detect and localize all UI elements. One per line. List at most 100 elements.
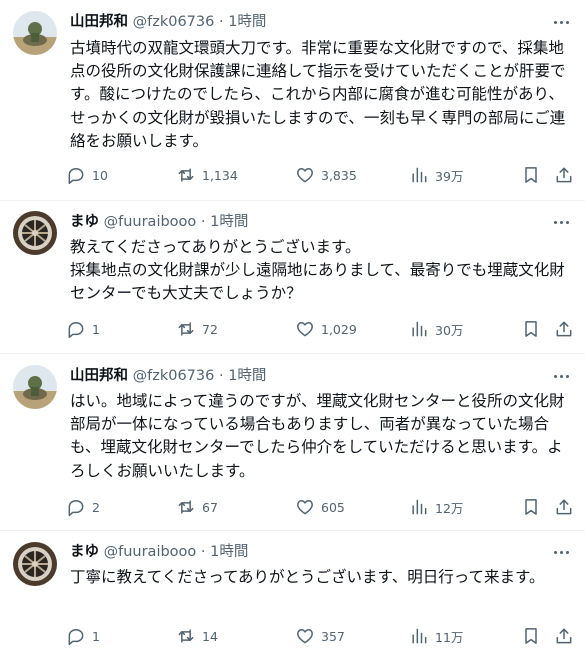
bar-chart-icon xyxy=(412,167,427,183)
bar-chart-icon xyxy=(412,321,427,337)
tweet-text: 丁寧に教えてくださってありがとうございます、明日行って来ます。 xyxy=(70,568,545,586)
share-button[interactable] xyxy=(554,625,574,647)
display-name[interactable]: 山田邦和 xyxy=(70,14,128,30)
timestamp[interactable]: 1時間 xyxy=(228,368,266,384)
more-options-button[interactable] xyxy=(551,366,571,386)
user-handle[interactable]: @fuuraibooo xyxy=(104,214,197,230)
more-options-button[interactable] xyxy=(551,542,571,562)
display-name[interactable]: まゆ xyxy=(70,214,99,230)
avatar[interactable] xyxy=(13,542,57,586)
like-count: 1,029 xyxy=(321,321,357,337)
heart-icon xyxy=(297,629,313,644)
reply-count: 1 xyxy=(92,628,100,644)
tweet-header: 山田邦和 @fzk06736 · 1時間 xyxy=(70,366,266,386)
like-button[interactable]: 3,835 xyxy=(295,164,357,186)
view-count: 39万 xyxy=(435,168,464,184)
views-button[interactable]: 11万 xyxy=(409,625,463,647)
like-button[interactable]: 605 xyxy=(295,496,345,518)
bookmark-icon xyxy=(525,321,537,337)
reply-count: 1 xyxy=(92,321,100,337)
display-name[interactable]: まゆ xyxy=(70,544,99,560)
bookmark-button[interactable] xyxy=(521,164,541,186)
bookmark-icon xyxy=(525,167,537,183)
action-bar: 2 67 605 12万 xyxy=(66,496,578,518)
heart-icon xyxy=(297,168,313,183)
retweet-button[interactable]: 14 xyxy=(176,625,218,647)
view-count: 30万 xyxy=(435,322,464,338)
three-dots-icon xyxy=(553,220,557,224)
user-handle[interactable]: @fuuraibooo xyxy=(104,544,197,560)
tweet-header: 山田邦和 @fzk06736 · 1時間 xyxy=(70,12,266,32)
tweet[interactable]: まゆ @fuuraibooo · 1時間 教えてくださってありがとうございます。… xyxy=(0,201,585,353)
speech-bubble-icon xyxy=(68,629,84,646)
bookmark-button[interactable] xyxy=(521,496,541,518)
timestamp[interactable]: 1時間 xyxy=(210,544,248,560)
bar-chart-icon xyxy=(412,499,427,515)
reply-count: 2 xyxy=(92,499,100,515)
tweet[interactable]: まゆ @fuuraibooo · 1時間 丁寧に教えてくださってありがとうござい… xyxy=(0,531,585,658)
retweet-arrows-icon xyxy=(178,629,194,643)
share-upload-icon xyxy=(556,499,572,515)
views-button[interactable]: 30万 xyxy=(409,318,463,340)
three-dots-icon xyxy=(553,374,557,378)
avatar[interactable] xyxy=(13,11,57,55)
like-button[interactable]: 357 xyxy=(295,625,345,647)
like-button[interactable]: 1,029 xyxy=(295,318,357,340)
more-options-button[interactable] xyxy=(551,212,571,232)
retweet-button[interactable]: 1,134 xyxy=(176,164,238,186)
heart-icon xyxy=(297,500,313,515)
retweet-arrows-icon xyxy=(178,500,194,514)
views-button[interactable]: 12万 xyxy=(409,496,463,518)
speech-bubble-icon xyxy=(68,322,84,339)
action-bar: 10 1,134 3,835 39万 xyxy=(66,164,578,186)
bookmark-icon xyxy=(525,628,537,644)
three-dots-icon xyxy=(553,550,557,554)
retweet-count: 14 xyxy=(202,628,218,644)
action-bar: 1 14 357 11万 xyxy=(66,625,578,647)
tweet-text: 教えてくださってありがとうございます。 採集地点の文化財課が少し遠隔地にありまし… xyxy=(70,238,565,303)
reply-button[interactable]: 2 xyxy=(66,496,100,518)
display-name[interactable]: 山田邦和 xyxy=(70,368,128,384)
view-count: 11万 xyxy=(435,629,464,645)
bar-chart-icon xyxy=(412,628,427,644)
more-options-button[interactable] xyxy=(551,12,571,32)
share-button[interactable] xyxy=(554,164,574,186)
retweet-button[interactable]: 72 xyxy=(176,318,218,340)
reply-count: 10 xyxy=(92,167,108,183)
retweet-arrows-icon xyxy=(178,168,194,182)
separator-dot: · xyxy=(218,14,224,30)
user-handle[interactable]: @fzk06736 xyxy=(133,368,215,384)
reply-button[interactable]: 1 xyxy=(66,625,100,647)
retweet-button[interactable]: 67 xyxy=(176,496,218,518)
retweet-count: 72 xyxy=(202,321,218,337)
like-count: 605 xyxy=(321,499,345,515)
reply-button[interactable]: 10 xyxy=(66,164,108,186)
separator-dot: · xyxy=(218,368,224,384)
share-button[interactable] xyxy=(554,496,574,518)
separator-dot: · xyxy=(200,214,206,230)
share-button[interactable] xyxy=(554,318,574,340)
bookmark-button[interactable] xyxy=(521,318,541,340)
timestamp[interactable]: 1時間 xyxy=(228,14,266,30)
speech-bubble-icon xyxy=(68,168,84,185)
tweet[interactable]: 山田邦和 @fzk06736 · 1時間 はい。地域によって違うのですが、埋蔵文… xyxy=(0,354,585,530)
retweet-count: 67 xyxy=(202,499,218,515)
share-upload-icon xyxy=(556,321,572,337)
action-bar: 1 72 1,029 30万 xyxy=(66,318,578,340)
avatar[interactable] xyxy=(13,211,57,255)
tweet[interactable]: 山田邦和 @fzk06736 · 1時間 古墳時代の双龍文環頭大刀です。非常に重… xyxy=(0,0,585,200)
like-count: 357 xyxy=(321,628,345,644)
avatar[interactable] xyxy=(13,365,57,409)
reply-button[interactable]: 1 xyxy=(66,318,100,340)
heart-icon xyxy=(297,322,313,337)
views-button[interactable]: 39万 xyxy=(409,164,463,186)
bookmark-button[interactable] xyxy=(521,625,541,647)
tweet-header: まゆ @fuuraibooo · 1時間 xyxy=(70,212,248,232)
retweet-arrows-icon xyxy=(178,322,194,336)
timestamp[interactable]: 1時間 xyxy=(210,214,248,230)
bookmark-icon xyxy=(525,499,537,515)
retweet-count: 1,134 xyxy=(202,167,238,183)
tweet-text: はい。地域によって違うのですが、埋蔵文化財センターと役所の文化財部局が一体になっ… xyxy=(70,392,565,480)
user-handle[interactable]: @fzk06736 xyxy=(133,14,215,30)
like-count: 3,835 xyxy=(321,167,357,183)
